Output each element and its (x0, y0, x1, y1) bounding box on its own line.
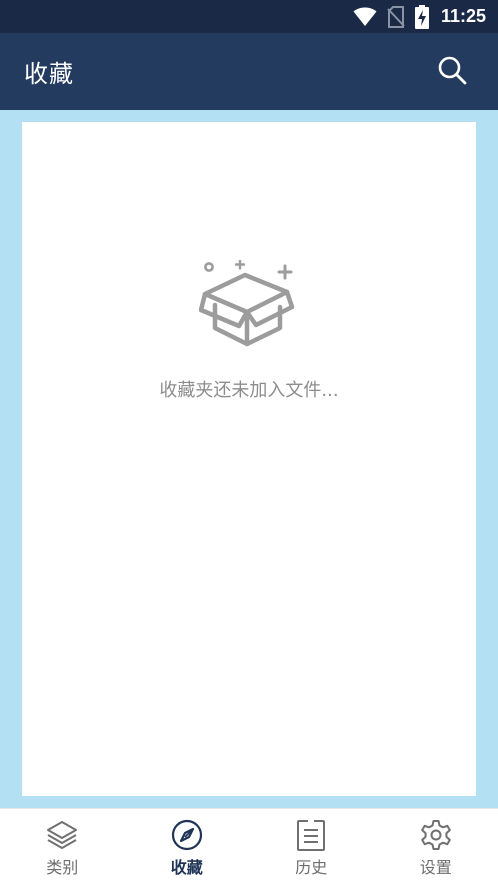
search-icon (437, 55, 467, 89)
layers-icon (46, 819, 78, 851)
tab-label: 收藏 (170, 858, 203, 877)
tab-categories[interactable]: 类别 (0, 809, 125, 885)
app-bar: 收藏 (0, 33, 498, 110)
tab-history[interactable]: 历史 (249, 809, 374, 885)
tab-settings[interactable]: 设置 (374, 809, 498, 885)
gear-icon (420, 819, 452, 851)
status-bar: 11:25 (0, 0, 498, 33)
page-title: 收藏 (24, 60, 74, 88)
tab-favorites[interactable]: 收藏 (125, 809, 250, 885)
empty-message: 收藏夹还未加入文件... (159, 380, 339, 401)
compass-icon (171, 819, 203, 851)
bottom-navigation: 类别 收藏 历史 设置 (0, 808, 498, 885)
open-box-icon (198, 259, 299, 354)
tab-label: 设置 (419, 858, 452, 877)
status-time: 11:25 (440, 6, 486, 26)
wifi-icon (353, 7, 377, 27)
tab-label: 历史 (295, 858, 328, 877)
no-sim-icon (387, 5, 405, 28)
empty-state: 收藏夹还未加入文件... (22, 259, 476, 402)
tab-label: 类别 (46, 858, 79, 877)
search-button[interactable] (432, 52, 472, 92)
favorites-panel: 收藏夹还未加入文件... (22, 122, 476, 796)
history-list-icon (295, 819, 327, 851)
battery-charging-icon (414, 4, 429, 29)
